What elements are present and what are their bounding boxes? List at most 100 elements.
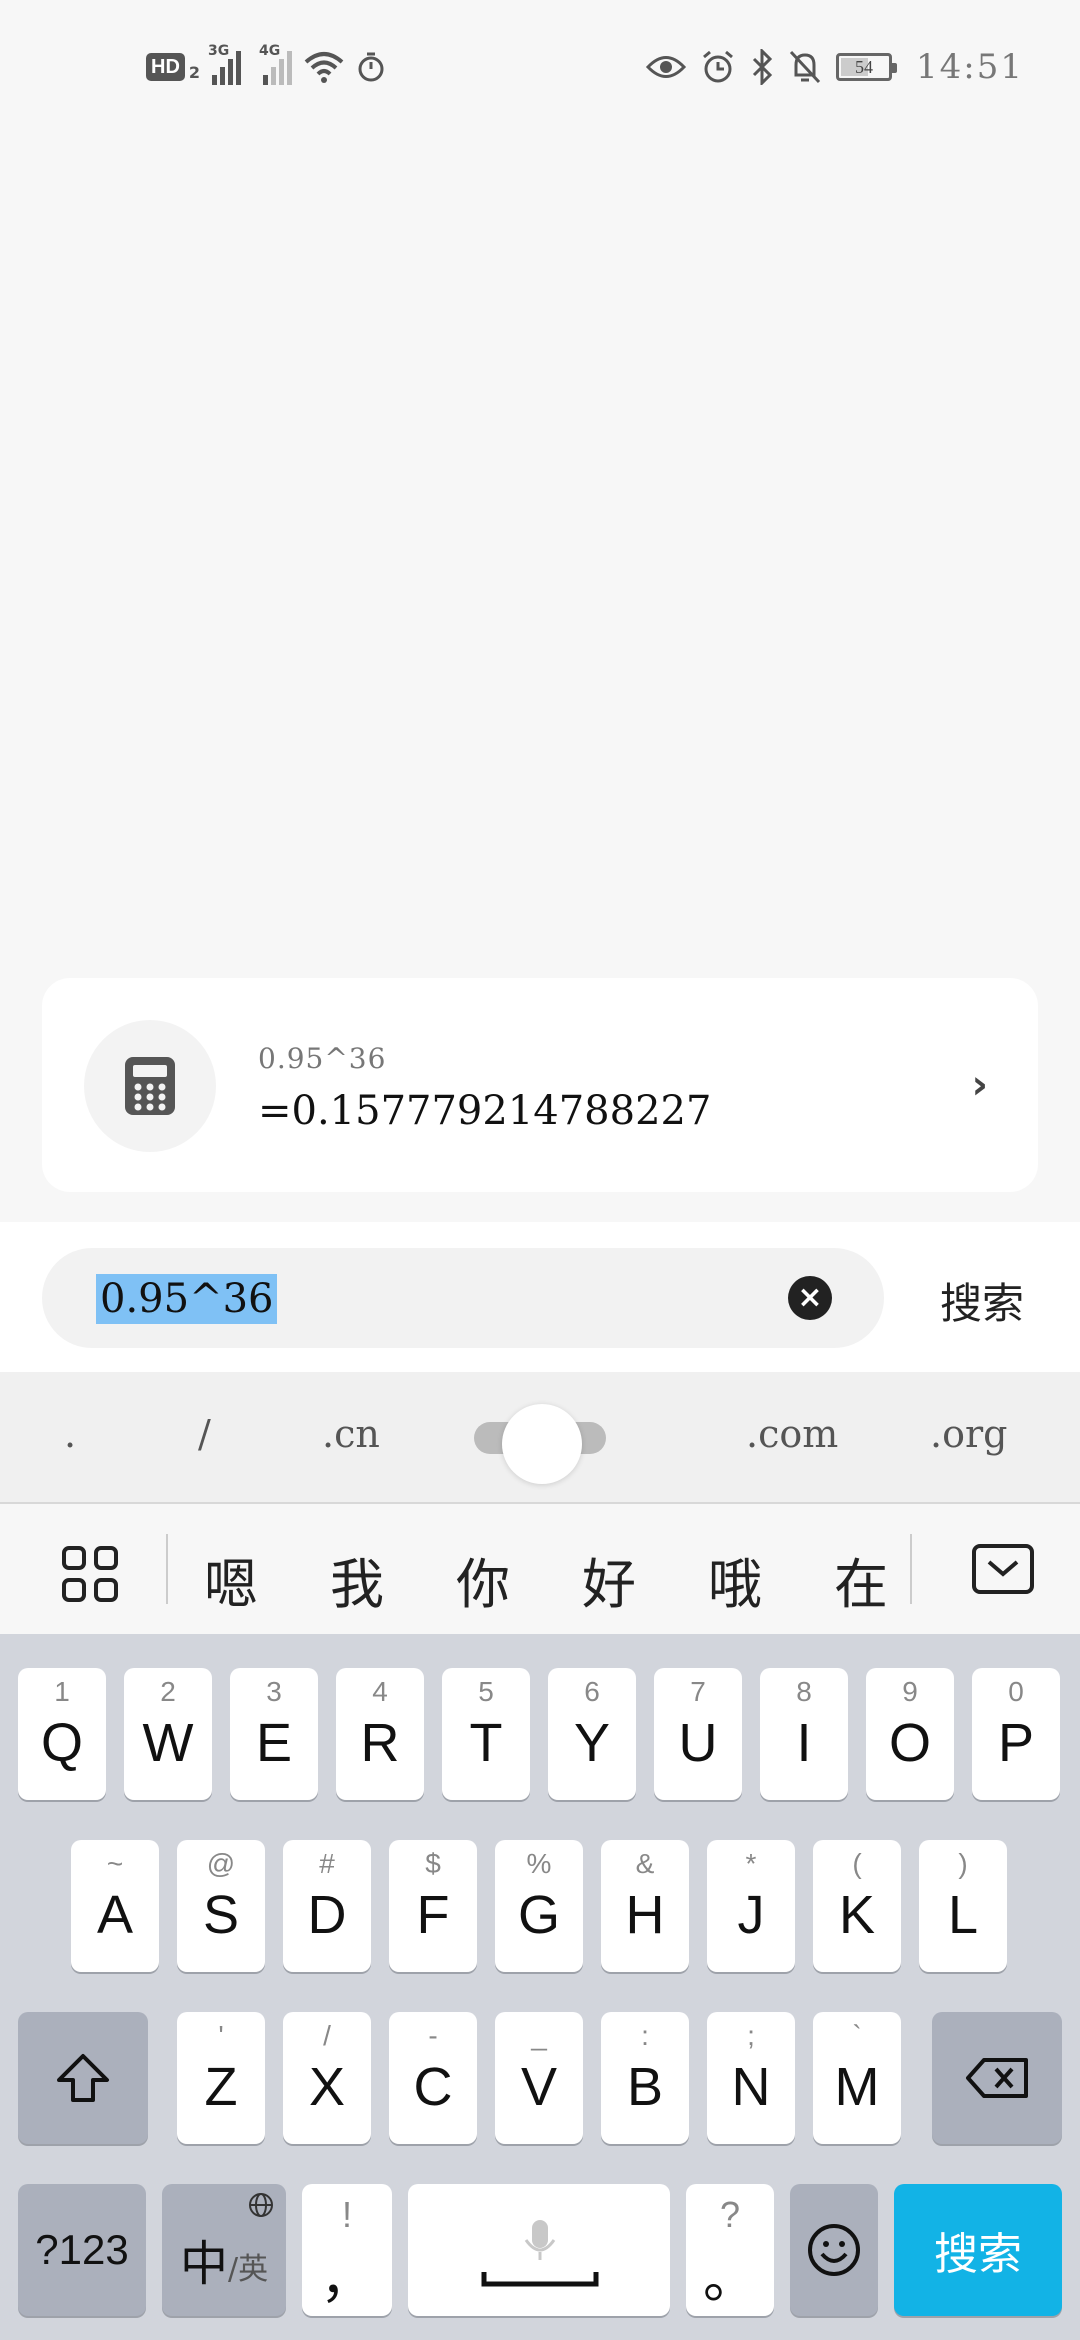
shift-icon <box>18 2012 148 2144</box>
key-z[interactable]: ' Z <box>177 2012 265 2144</box>
key-p[interactable]: 0P <box>972 1668 1060 1800</box>
toggle-knob[interactable] <box>502 1404 582 1484</box>
alarm-icon <box>703 50 733 83</box>
key-label: V <box>520 2057 558 2117</box>
key-l[interactable]: ) L <box>919 1840 1007 1972</box>
key-s[interactable]: @ S <box>177 1840 265 1972</box>
key-u[interactable]: 7U <box>654 1668 742 1800</box>
key-a[interactable]: ~ A <box>71 1840 159 1972</box>
key-q[interactable]: 1Q <box>18 1668 106 1800</box>
key-f[interactable]: $ F <box>389 1840 477 1972</box>
emoji-key[interactable] <box>790 2184 878 2316</box>
shortcut-org[interactable]: .org <box>930 1412 1007 1456</box>
key-h[interactable]: & H <box>601 1840 689 1972</box>
comma-key[interactable]: ! ， <box>302 2184 392 2316</box>
shift-key[interactable] <box>18 2012 148 2144</box>
key-hint: _ <box>531 2020 547 2051</box>
key-hint: @ <box>206 1848 236 1879</box>
calculator-expression: 0.95^36 <box>258 1042 387 1075</box>
period-key[interactable]: ? 。 <box>686 2184 774 2316</box>
key-e[interactable]: 3E <box>230 1668 318 1800</box>
key-b[interactable]: :B <box>601 2012 689 2144</box>
key-hint: * <box>745 1848 757 1879</box>
key-i[interactable]: 8I <box>760 1668 848 1800</box>
signal-4g-icon: 4G <box>259 43 293 85</box>
key-label: E <box>255 1713 293 1773</box>
key-w[interactable]: 2W <box>124 1668 212 1800</box>
space-key[interactable] <box>408 2184 670 2316</box>
candidate-word[interactable]: 好 <box>582 1540 636 1619</box>
key-g[interactable]: % G <box>495 1840 583 1972</box>
key-label: J <box>737 1885 765 1945</box>
candidate-word[interactable]: 嗯 <box>204 1540 258 1619</box>
search-key[interactable]: 搜索 <box>894 2184 1062 2316</box>
shortcut-dot[interactable]: . <box>64 1412 76 1456</box>
key-hint: ` <box>852 2020 862 2051</box>
collapse-keyboard-icon[interactable] <box>972 1544 1034 1594</box>
key-r[interactable]: 4R <box>336 1668 424 1800</box>
key-label: R <box>360 1713 400 1773</box>
calculator-result: =0.157779214788227 <box>258 1088 712 1134</box>
key-label: H <box>625 1885 665 1945</box>
keyboard-mode-toggle[interactable] <box>474 1404 606 1484</box>
search-key-label: 搜索 <box>934 2229 1022 2280</box>
key-n[interactable]: ; N <box>707 2012 795 2144</box>
key-hint: # <box>319 1848 335 1879</box>
candidate-word[interactable]: 在 <box>834 1540 888 1619</box>
status-time: 14:51 <box>916 47 1024 87</box>
network-type-4g: 4G <box>259 43 281 59</box>
search-input[interactable]: 0.95^36 × <box>42 1248 884 1348</box>
numbers-key[interactable]: ?123 <box>18 2184 146 2316</box>
key-label: U <box>678 1713 718 1773</box>
shortcut-cn[interactable]: .cn <box>322 1412 380 1456</box>
key-label: O <box>888 1713 931 1773</box>
language-switch-key[interactable]: 中 /英 <box>162 2184 286 2316</box>
search-button[interactable]: 搜索 <box>940 1270 1024 1331</box>
backspace-key[interactable] <box>932 2012 1062 2144</box>
candidate-bar: 嗯 我 你 好 哦 在 <box>0 1504 1080 1634</box>
key-k[interactable]: (K <box>813 1840 901 1972</box>
key-hint: 0 <box>1008 1676 1024 1707</box>
shortcut-slash[interactable]: / <box>198 1412 211 1456</box>
keyboard: 1Q 2W 3E 4R 5T 6Y 7U 8I 9O 0P ~ A @ S # D $… <box>0 1634 1080 2340</box>
chevron-right-icon[interactable]: › <box>972 1062 988 1108</box>
candidate-word[interactable]: 哦 <box>708 1540 762 1619</box>
eye-icon <box>646 56 687 78</box>
key-hint: % <box>526 1848 552 1879</box>
bluetooth-icon <box>752 49 773 85</box>
key-m[interactable]: ` M <box>813 2012 901 2144</box>
keyboard-shortcut-row: . / .cn .com .org <box>0 1372 1080 1504</box>
status-bar: HD 2 3G 4G 54 14:51 <box>0 0 1080 130</box>
key-d[interactable]: # D <box>283 1840 371 1972</box>
calculator-result-card[interactable]: 0.95^36 =0.157779214788227 › <box>42 978 1038 1192</box>
hd-voice-sim: 2 <box>188 62 201 82</box>
language-main: 中 <box>180 2236 229 2292</box>
shortcut-com[interactable]: .com <box>746 1412 838 1456</box>
key-label: P <box>997 1713 1035 1773</box>
microphone-space-icon <box>481 2220 599 2287</box>
key-c[interactable]: -C <box>389 2012 477 2144</box>
key-j[interactable]: * J <box>707 1840 795 1972</box>
key-t[interactable]: 5T <box>442 1668 530 1800</box>
candidate-word[interactable]: 我 <box>330 1540 384 1619</box>
key-v[interactable]: _ V <box>495 2012 583 2144</box>
candidate-word[interactable]: 你 <box>456 1540 510 1619</box>
search-input-text[interactable]: 0.95^36 <box>96 1274 278 1324</box>
calculator-icon <box>125 1057 175 1115</box>
key-label: M <box>834 2057 880 2117</box>
language-sub: /英 <box>228 2252 269 2287</box>
key-hint: - <box>428 2020 438 2051</box>
key-label: T <box>469 1713 503 1773</box>
key-x[interactable]: / X <box>283 2012 371 2144</box>
key-o[interactable]: 9O <box>866 1668 954 1800</box>
clear-icon[interactable]: × <box>788 1276 832 1320</box>
battery-level: 54 <box>855 56 874 77</box>
key-y[interactable]: 6Y <box>548 1668 636 1800</box>
key-hint: 1 <box>54 1676 70 1707</box>
battery-icon: 54 <box>836 53 898 81</box>
globe-icon <box>249 2193 273 2217</box>
key-label: Y <box>573 1713 611 1773</box>
grid-menu-icon[interactable] <box>62 1546 118 1602</box>
key-hint: 5 <box>478 1676 494 1707</box>
key-hint: : <box>641 2020 649 2051</box>
